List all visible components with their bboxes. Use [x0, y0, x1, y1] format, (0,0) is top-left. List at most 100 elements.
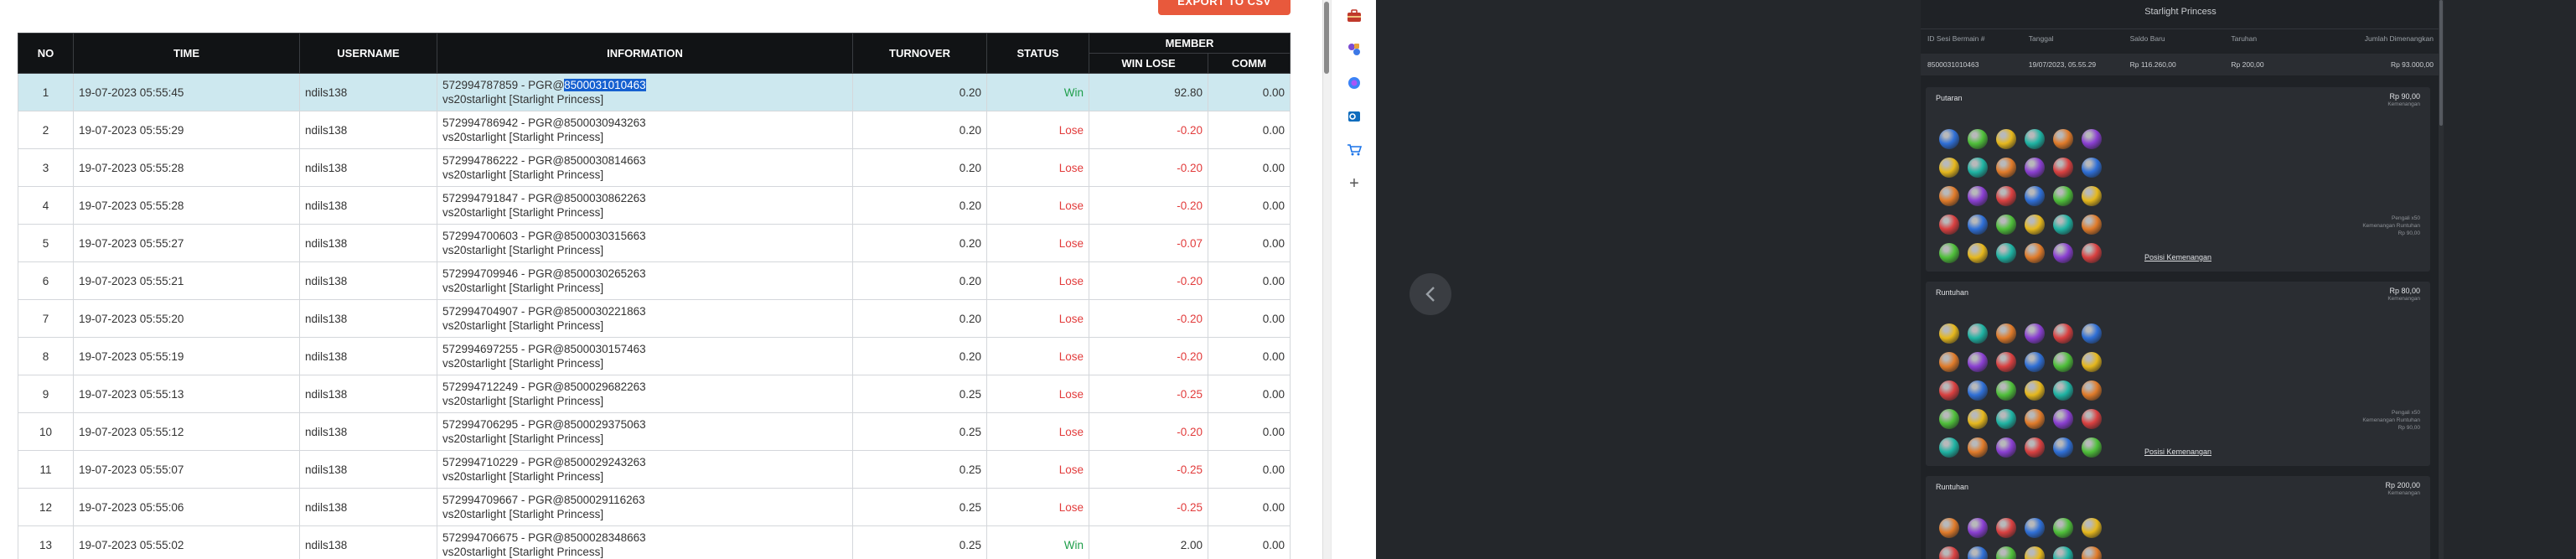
col-header-information[interactable]: INFORMATION — [437, 33, 853, 74]
table-scrollbar[interactable] — [1322, 0, 1331, 559]
gem-symbol-icon — [1939, 409, 1959, 429]
cell-win-lose: -0.20 — [1089, 186, 1208, 225]
table-row[interactable]: 8 19-07-2023 05:55:19 ndils138 572994697255… — [18, 337, 1291, 375]
cell-information: 572994706675 - PGR@8500028348663 vs20star… — [437, 525, 853, 559]
info-reference: 572994786222 - PGR@8500030814663 — [442, 154, 646, 167]
info-game: vs20starlight [Starlight Princess] — [442, 206, 604, 219]
cell-no: 2 — [18, 111, 74, 149]
info-game: vs20starlight [Starlight Princess] — [442, 357, 604, 370]
panel-scrollbar-thumb[interactable] — [2439, 0, 2443, 126]
copilot-icon[interactable] — [1345, 74, 1363, 92]
table-row[interactable]: 5 19-07-2023 05:55:27 ndils138 572994700603… — [18, 224, 1291, 262]
card-amount: Rp 90,00 — [2389, 92, 2420, 101]
cell-comm: 0.00 — [1208, 337, 1291, 375]
table-row[interactable]: 1 19-07-2023 05:55:45 ndils138 572994787859… — [18, 73, 1291, 111]
cell-turnover: 0.20 — [852, 186, 987, 225]
cell-status: Lose — [986, 412, 1089, 451]
table-row[interactable]: 11 19-07-2023 05:55:07 ndils138 57299471022… — [18, 450, 1291, 489]
gem-symbol-icon — [1996, 158, 2016, 178]
cell-information: 572994704907 - PGR@8500030221863 vs20star… — [437, 299, 853, 338]
card-amount: Rp 200,00 — [2385, 481, 2420, 489]
col-header-comm[interactable]: COMM — [1208, 53, 1291, 74]
gem-symbol-icon — [1996, 215, 2016, 235]
cell-information: 572994710229 - PGR@8500029243263 vs20star… — [437, 450, 853, 489]
back-button[interactable] — [1410, 273, 1451, 315]
info-reference: 572994706295 - PGR@8500029375063 — [442, 418, 646, 431]
gem-symbol-icon — [2053, 215, 2073, 235]
gem-symbol-icon — [1996, 518, 2016, 538]
cell-status: Lose — [986, 488, 1089, 526]
card-title: Putaran — [1936, 94, 1963, 102]
col-header-status[interactable]: STATUS — [986, 33, 1089, 74]
cell-no: 9 — [18, 375, 74, 413]
plus-icon[interactable]: + — [1345, 174, 1363, 193]
report-pane: EXPORT TO CSV NO TIME USERNAME INFORMATI… — [0, 0, 1331, 559]
cell-comm: 0.00 — [1208, 488, 1291, 526]
card-info-line: Pengali x50 — [2392, 410, 2420, 416]
win-position-link[interactable]: Posisi Kemenangan — [1926, 448, 2430, 456]
win-position-link[interactable]: Posisi Kemenangan — [1926, 253, 2430, 261]
summary-cell: Rp 116.260,00 — [2129, 60, 2176, 69]
info-reference: 572994709946 - PGR@8500030265263 — [442, 267, 646, 280]
table-row[interactable]: 6 19-07-2023 05:55:21 ndils138 572994709946… — [18, 261, 1291, 300]
outlook-icon[interactable] — [1345, 107, 1363, 126]
table-row[interactable]: 4 19-07-2023 05:55:28 ndils138 572994791847… — [18, 186, 1291, 225]
cell-no: 1 — [18, 73, 74, 111]
cell-username: ndils138 — [299, 261, 437, 300]
gem-symbol-icon — [1939, 186, 1959, 206]
briefcase-icon[interactable] — [1345, 7, 1363, 25]
table-row[interactable]: 10 19-07-2023 05:55:12 ndils138 57299470629… — [18, 412, 1291, 451]
shopping-cart-icon[interactable] — [1345, 141, 1363, 159]
table-row[interactable]: 3 19-07-2023 05:55:28 ndils138 572994786222… — [18, 148, 1291, 187]
card-info-line: Kemenangan Runtuhan — [2362, 417, 2420, 423]
info-reference-selected[interactable]: 8500031010463 — [564, 79, 646, 91]
cell-turnover: 0.20 — [852, 224, 987, 262]
gem-symbol-icon — [2082, 215, 2102, 235]
cell-information: 572994786942 - PGR@8500030943263 vs20star… — [437, 111, 853, 149]
col-header-username[interactable]: USERNAME — [299, 33, 437, 74]
table-row[interactable]: 2 19-07-2023 05:55:29 ndils138 572994786942… — [18, 111, 1291, 149]
info-game: vs20starlight [Starlight Princess] — [442, 395, 604, 407]
browser-sidebar: + — [1331, 0, 1376, 559]
col-header-turnover[interactable]: TURNOVER — [852, 33, 987, 74]
info-reference: 572994786942 - PGR@8500030943263 — [442, 116, 646, 129]
gem-symbol-icon — [1939, 518, 1959, 538]
export-button[interactable]: EXPORT TO CSV — [1158, 0, 1291, 15]
gem-symbol-icon — [1968, 215, 1988, 235]
cell-status: Lose — [986, 337, 1089, 375]
col-header-no[interactable]: NO — [18, 33, 74, 74]
table-row[interactable]: 12 19-07-2023 05:55:06 ndils138 57299470966… — [18, 488, 1291, 526]
cell-no: 4 — [18, 186, 74, 225]
table-row[interactable]: 9 19-07-2023 05:55:13 ndils138 572994712249… — [18, 375, 1291, 413]
info-game: vs20starlight [Starlight Princess] — [442, 319, 604, 332]
cell-time: 19-07-2023 05:55:28 — [73, 186, 300, 225]
cell-no: 10 — [18, 412, 74, 451]
table-row[interactable]: 7 19-07-2023 05:55:20 ndils138 572994704907… — [18, 299, 1291, 338]
cell-no: 3 — [18, 148, 74, 187]
table-row[interactable]: 13 19-07-2023 05:55:02 ndils138 57299470667… — [18, 525, 1291, 559]
gem-symbol-icon — [2025, 186, 2045, 206]
cell-no: 7 — [18, 299, 74, 338]
card-amount-label: Kemenangan — [2387, 101, 2420, 107]
cell-comm: 0.00 — [1208, 224, 1291, 262]
summary-row[interactable]: 8500031010463 19/07/2023, 05.55.29 Rp 116.… — [1921, 54, 2440, 75]
table-scrollbar-thumb[interactable] — [1324, 2, 1329, 74]
summary-cell: Rp 200,00 — [2231, 60, 2264, 69]
col-header-time[interactable]: TIME — [73, 33, 300, 74]
cell-turnover: 0.20 — [852, 337, 987, 375]
info-reference: 572994706675 - PGR@8500028348663 — [442, 531, 646, 544]
cell-no: 5 — [18, 224, 74, 262]
cell-information: 572994787859 - PGR@8500031010463 vs20star… — [437, 73, 853, 111]
info-reference: 572994700603 - PGR@8500030315663 — [442, 230, 646, 242]
card-amount-label: Kemenangan — [2387, 296, 2420, 302]
info-reference: 572994709667 - PGR@8500029116263 — [442, 494, 645, 506]
gem-symbol-icon — [1996, 380, 2016, 401]
col-header-member: MEMBER — [1089, 33, 1291, 54]
col-header-win-lose[interactable]: WIN LOSE — [1089, 53, 1208, 74]
puzzle-icon[interactable] — [1345, 40, 1363, 59]
gem-symbol-icon — [1968, 323, 1988, 344]
cell-win-lose: -0.20 — [1089, 111, 1208, 149]
gem-symbol-icon — [1996, 186, 2016, 206]
gem-symbol-icon — [1968, 546, 1988, 559]
gem-symbol-icon — [2025, 546, 2045, 559]
